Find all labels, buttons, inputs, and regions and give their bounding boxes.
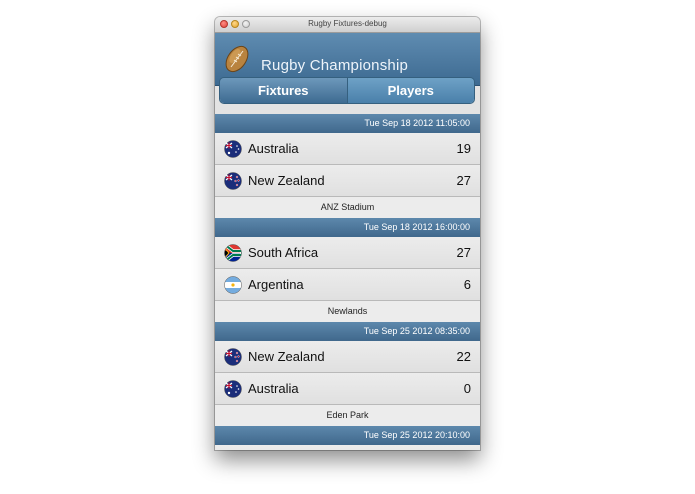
team-name: Argentina (248, 277, 304, 292)
team-row[interactable]: Australia 0 (215, 373, 480, 405)
fixture-date: Tue Sep 25 2012 20:10:00 (215, 426, 480, 445)
team-name: South Africa (248, 245, 319, 260)
venue-label: Eden Park (215, 405, 480, 426)
new-zealand-flag-icon (224, 348, 242, 366)
team-name: Australia (248, 141, 299, 156)
australia-flag-icon (224, 140, 242, 158)
fixture-date: Tue Sep 18 2012 11:05:00 (215, 114, 480, 133)
team-row[interactable] (215, 445, 480, 450)
tab-bar: Fixtures Players (219, 77, 475, 104)
team-row[interactable]: South Africa 27 (215, 237, 480, 269)
fixture-date: Tue Sep 25 2012 08:35:00 (215, 322, 480, 341)
australia-flag-icon (224, 380, 242, 398)
app-window: Rugby Fixtures-debug Rugby Championship … (215, 17, 480, 450)
app-title: Rugby Championship (261, 57, 409, 74)
new-zealand-flag-icon (224, 172, 242, 190)
team-row[interactable]: Australia 19 (215, 133, 480, 165)
team-score: 22 (456, 349, 471, 364)
team-score: 19 (456, 141, 471, 156)
team-name: New Zealand (248, 349, 325, 364)
argentina-flag-icon (224, 276, 242, 294)
window-title: Rugby Fixtures-debug (308, 19, 387, 28)
team-score: 27 (456, 245, 471, 260)
team-score: 6 (463, 277, 471, 292)
tab-players[interactable]: Players (346, 78, 474, 103)
tab-fixtures[interactable]: Fixtures (220, 78, 347, 103)
team-name: Australia (248, 381, 299, 396)
rugby-ball-icon (225, 45, 249, 73)
venue-label: Newlands (215, 301, 480, 322)
south-africa-flag-icon (224, 244, 242, 262)
team-row[interactable]: New Zealand 22 (215, 341, 480, 373)
team-row[interactable]: New Zealand 27 (215, 165, 480, 197)
fixtures-list[interactable]: Tue Sep 18 2012 11:05:00 Australia 19 Ne… (215, 114, 480, 450)
team-score: 0 (463, 381, 471, 396)
team-name: New Zealand (248, 173, 325, 188)
title-bar[interactable]: Rugby Fixtures-debug (215, 17, 480, 33)
venue-label: ANZ Stadium (215, 197, 480, 218)
team-row[interactable]: Argentina 6 (215, 269, 480, 301)
fixture-date: Tue Sep 18 2012 16:00:00 (215, 218, 480, 237)
team-score: 27 (456, 173, 471, 188)
